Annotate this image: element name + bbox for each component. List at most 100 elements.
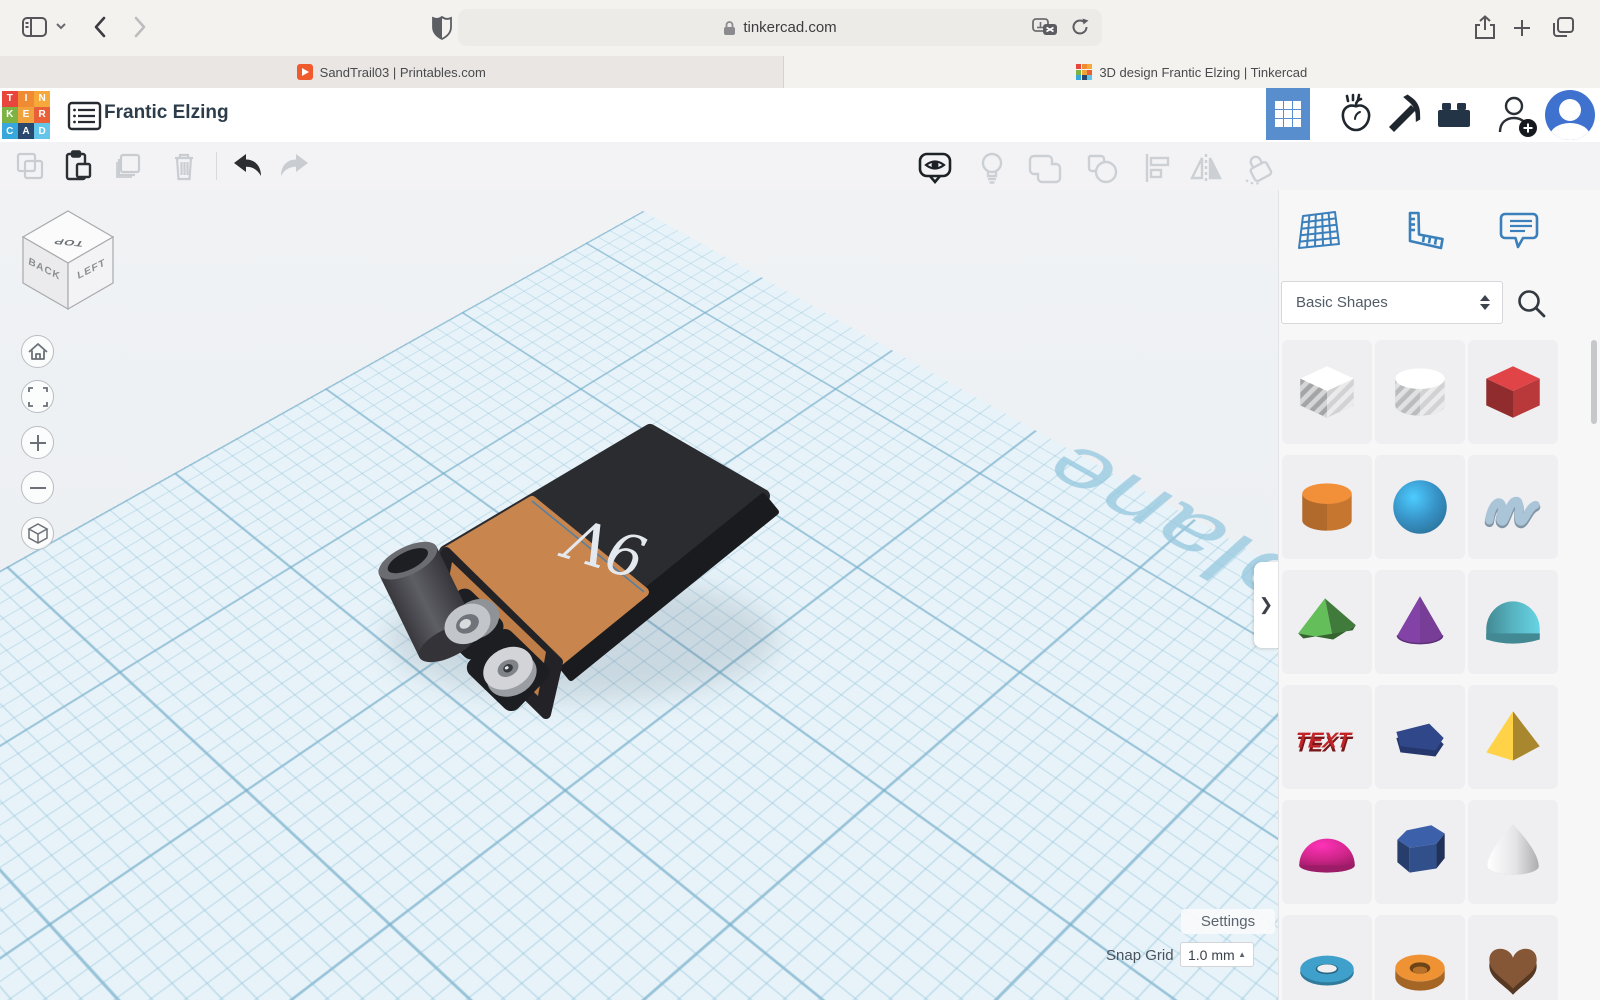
toolbar-divider <box>216 152 217 180</box>
translate-icon[interactable] <box>1032 18 1058 43</box>
shape-category-select[interactable]: Basic Shapes <box>1281 281 1503 324</box>
shape-heart[interactable] <box>1468 915 1558 1000</box>
shape-hexagonal-prism[interactable] <box>1375 800 1465 904</box>
new-tab-icon[interactable] <box>1512 18 1532 41</box>
ungroup-icon[interactable] <box>1083 150 1119 182</box>
search-icon[interactable] <box>1515 288 1547 320</box>
tinkercad-logo[interactable]: TINKERCAD <box>2 91 50 139</box>
snap-grid-label: Snap Grid <box>1106 947 1174 964</box>
shape-tube[interactable] <box>1375 915 1465 1000</box>
logo-letter: C <box>2 123 18 139</box>
home-view-button[interactable] <box>21 335 54 368</box>
logo-letter: I <box>18 91 34 107</box>
hide-selected-icon[interactable] <box>916 150 952 182</box>
logo-letter: K <box>2 107 18 123</box>
svg-text:TEXT: TEXT <box>1294 727 1354 752</box>
shape-cylinder[interactable] <box>1282 455 1372 559</box>
collapse-panel-button[interactable]: ❯ <box>1254 562 1278 648</box>
3d-editor-tab-active[interactable] <box>1266 88 1310 140</box>
shape-paraboloid[interactable] <box>1468 800 1558 904</box>
logo-letter: E <box>18 107 34 123</box>
safari-window: tinkercad.com SandTrail03 | Printables.c… <box>0 0 1600 1000</box>
account-avatar[interactable] <box>1545 90 1595 140</box>
select-stepper-icon <box>1480 295 1490 310</box>
reload-icon[interactable] <box>1070 17 1090 42</box>
shape-cone[interactable] <box>1375 570 1465 674</box>
logo-letter: A <box>18 123 34 139</box>
zoom-out-button[interactable] <box>21 471 54 504</box>
browser-tab-printables[interactable]: SandTrail03 | Printables.com <box>0 56 784 88</box>
blocks-grid-icon <box>1275 101 1301 127</box>
editor-toolbar: Import Export Send To <box>0 142 1600 190</box>
grid-settings-button[interactable]: Settings <box>1181 909 1275 934</box>
tinkercad-favicon <box>1076 64 1092 80</box>
mirror-icon[interactable] <box>1186 150 1222 182</box>
snap-grid-select[interactable]: 1.0 mm ▲ <box>1180 942 1254 967</box>
shape-roof[interactable] <box>1282 570 1372 674</box>
shape-pyramid[interactable] <box>1468 685 1558 789</box>
browser-toolbar: tinkercad.com <box>0 0 1600 56</box>
copy-icon[interactable] <box>13 150 49 182</box>
snap-grid-value: 1.0 mm <box>1188 947 1235 963</box>
ruler-tool-icon[interactable] <box>1396 208 1444 256</box>
align-icon[interactable] <box>1139 150 1175 182</box>
shape-box-hole[interactable] <box>1282 340 1372 444</box>
tab-title: SandTrail03 | Printables.com <box>320 65 486 80</box>
delete-icon[interactable] <box>166 150 202 182</box>
workplane-tool-icon[interactable] <box>1295 208 1343 256</box>
sidebar-toggle-icon[interactable] <box>20 14 50 43</box>
shapes-panel: Basic Shapes TEXTTEXT <box>1278 190 1600 1000</box>
tinkercad-header: TINKERCAD Frantic Elzing <box>0 88 1600 142</box>
logo-letter: R <box>34 107 50 123</box>
view-cube[interactable]: TOP BACK LEFT <box>12 204 124 316</box>
shape-box[interactable] <box>1468 340 1558 444</box>
browser-tab-tinkercad[interactable]: 3D design Frantic Elzing | Tinkercad <box>784 56 1600 88</box>
battery-model[interactable]: 9V <box>0 190 1278 1000</box>
lego-brick-icon[interactable] <box>1432 92 1476 138</box>
tab-bar: SandTrail03 | Printables.com 3D design F… <box>0 56 1600 89</box>
group-icon[interactable] <box>1026 150 1062 182</box>
url-text: tinkercad.com <box>743 19 836 36</box>
sidebar-chevron-icon[interactable] <box>54 20 68 35</box>
collaborate-icon[interactable] <box>1494 92 1538 138</box>
paste-icon[interactable] <box>60 150 96 182</box>
fit-view-button[interactable] <box>21 380 54 413</box>
undo-icon[interactable] <box>228 150 264 182</box>
address-bar[interactable]: tinkercad.com <box>458 9 1102 46</box>
lock-icon[interactable] <box>1240 150 1276 182</box>
perspective-toggle-button[interactable] <box>21 517 54 550</box>
show-all-icon[interactable] <box>973 150 1009 182</box>
panel-scrollbar[interactable] <box>1591 340 1597 424</box>
logo-letter: D <box>34 123 50 139</box>
design-menu-icon[interactable] <box>60 99 98 131</box>
shape-text[interactable]: TEXTTEXT <box>1282 685 1372 789</box>
3d-viewport[interactable]: Workplane 9V <box>0 190 1278 1000</box>
shape-polygon[interactable] <box>1375 685 1465 789</box>
shape-half-sphere[interactable] <box>1282 800 1372 904</box>
avatar-body <box>1550 123 1590 140</box>
notes-tool-icon[interactable] <box>1495 208 1543 256</box>
shape-scribble[interactable] <box>1468 455 1558 559</box>
privacy-shield-icon[interactable] <box>431 15 453 46</box>
sim-lab-icon[interactable] <box>1333 92 1377 138</box>
shape-round-roof[interactable] <box>1468 570 1558 674</box>
lock-icon <box>723 20 736 36</box>
caret-up-icon: ▲ <box>1238 950 1246 959</box>
redo-icon[interactable] <box>278 150 314 182</box>
share-icon[interactable] <box>1473 14 1497 45</box>
back-button[interactable] <box>90 13 110 44</box>
logo-letter: T <box>2 91 18 107</box>
duplicate-icon[interactable] <box>112 150 148 182</box>
printables-favicon <box>297 64 313 80</box>
shape-sphere[interactable] <box>1375 455 1465 559</box>
shape-cylinder-hole[interactable] <box>1375 340 1465 444</box>
logo-letter: N <box>34 91 50 107</box>
avatar-head <box>1559 99 1581 121</box>
forward-button[interactable] <box>130 13 150 44</box>
design-title: Frantic Elzing <box>104 102 229 124</box>
tab-overview-icon[interactable] <box>1550 15 1576 42</box>
minecraft-pickaxe-icon[interactable] <box>1382 92 1426 138</box>
tab-title: 3D design Frantic Elzing | Tinkercad <box>1099 65 1307 80</box>
zoom-in-button[interactable] <box>21 426 54 459</box>
shape-torus[interactable] <box>1282 915 1372 1000</box>
